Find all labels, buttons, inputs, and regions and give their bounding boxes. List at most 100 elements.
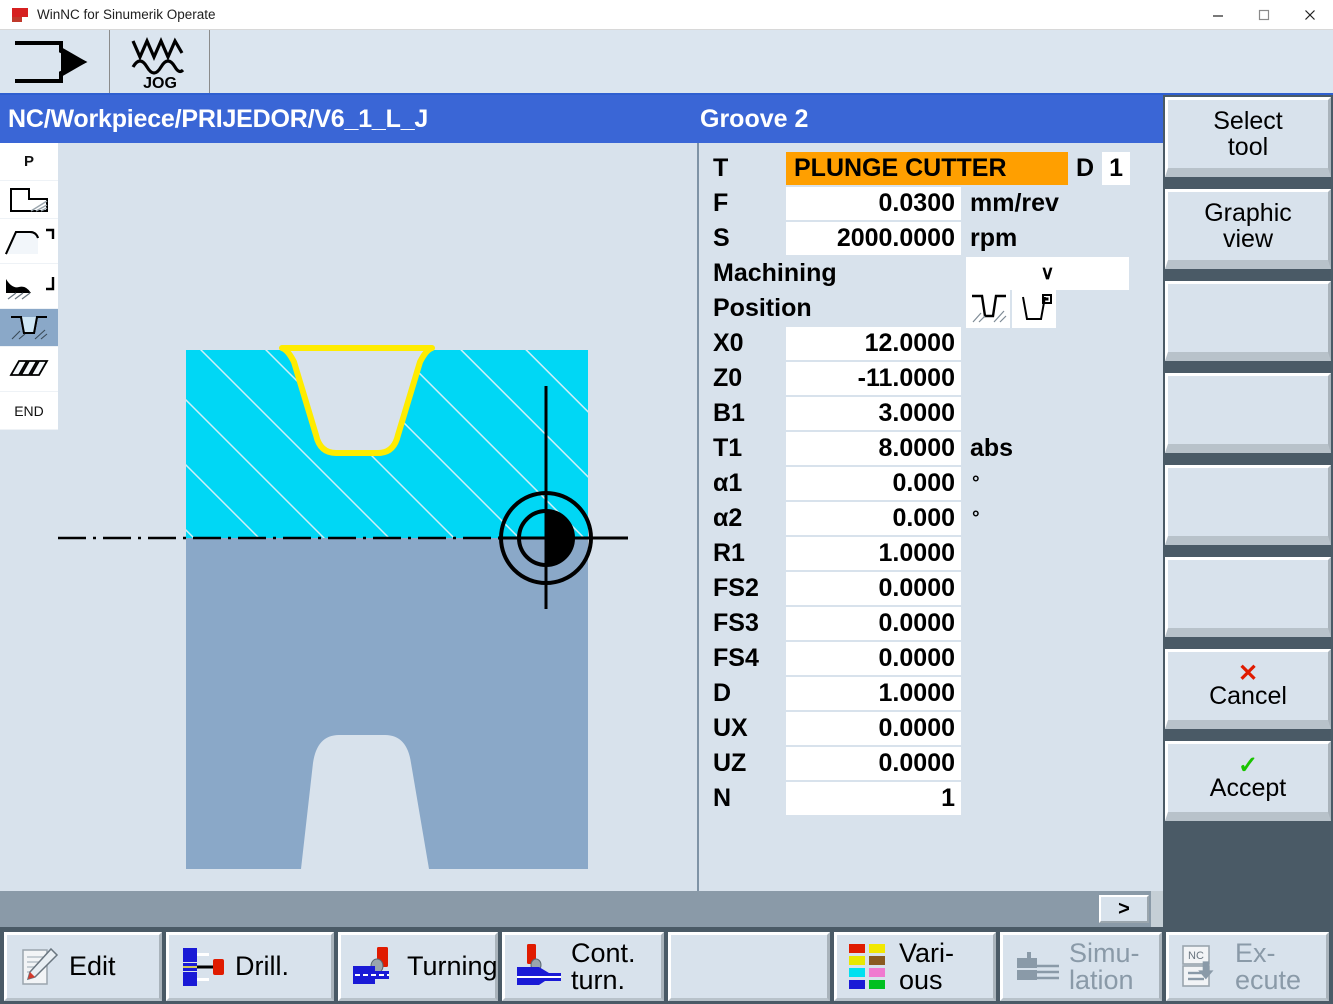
- sidebar-item-blank-stock[interactable]: [0, 181, 58, 219]
- alpha1-label: α1: [713, 469, 743, 497]
- sidebar-item-program-header[interactable]: P: [0, 143, 58, 181]
- window-title-bar: WinNC for Sinumerik Operate: [0, 0, 1333, 30]
- machining-select[interactable]: ∨: [966, 257, 1129, 290]
- softkey-edit[interactable]: Edit: [4, 932, 162, 1001]
- softkey-select-tool[interactable]: Select tool: [1165, 97, 1331, 177]
- form-row-alpha2: α2 0.000 °: [701, 501, 1163, 536]
- fs4-field[interactable]: 0.0000: [786, 642, 961, 675]
- softkey-turning[interactable]: Turning: [338, 932, 498, 1001]
- softkey-graphic-view[interactable]: Graphic view: [1165, 189, 1331, 269]
- groove-in-material-icon[interactable]: [966, 289, 1010, 328]
- nc-execute-icon: NC: [1179, 942, 1227, 992]
- fs2-field[interactable]: 0.0000: [786, 572, 961, 605]
- feedrate-unit: mm/rev: [970, 189, 1059, 217]
- horizontal-softkey-bar: Edit Drill. Turning Cont. turn. Vari- ou…: [0, 927, 1333, 1004]
- d-field[interactable]: 1.0000: [786, 677, 961, 710]
- softkey-empty-4[interactable]: [1165, 373, 1331, 453]
- softkey-empty-bottom[interactable]: [668, 932, 830, 1001]
- chevron-down-icon: ∨: [1040, 263, 1055, 284]
- softkey-various[interactable]: Vari- ous: [834, 932, 996, 1001]
- sidebar-item-thread[interactable]: [0, 347, 58, 392]
- n-field[interactable]: 1: [786, 782, 961, 815]
- window-title: WinNC for Sinumerik Operate: [37, 7, 216, 22]
- machine-mode-icon: [9, 37, 101, 87]
- minimize-icon[interactable]: [1195, 0, 1241, 30]
- tool-d-field[interactable]: 1: [1102, 152, 1131, 185]
- softkey-select-tool-line2: tool: [1227, 133, 1269, 161]
- form-row-fs2: FS2 0.0000: [701, 571, 1163, 606]
- z0-field[interactable]: -11.0000: [786, 362, 961, 395]
- edit-pencil-icon: [17, 944, 61, 990]
- groove-icon: [5, 311, 53, 345]
- program-header-bar: NC/Workpiece/PRIJEDOR/V6_1_L_J Groove 2: [0, 95, 1163, 143]
- fs3-label: FS3: [713, 609, 759, 637]
- z0-label: Z0: [713, 364, 743, 392]
- uz-field[interactable]: 0.0000: [786, 747, 961, 780]
- workpiece-groove-cross-section: [58, 345, 628, 869]
- softkey-execute-line2: ecute: [1235, 964, 1302, 995]
- softkey-accept-label: Accept: [1209, 773, 1287, 802]
- breadcrumb-path: NC/Workpiece/PRIJEDOR/V6_1_L_J: [8, 104, 429, 133]
- mode-toolbar: JOG: [0, 30, 1333, 95]
- tool-d-label: D: [1076, 154, 1095, 182]
- maximize-icon[interactable]: [1241, 0, 1287, 30]
- jog-mode-button[interactable]: JOG: [110, 30, 210, 93]
- sidebar-item-contour[interactable]: [0, 219, 58, 264]
- softkey-empty-6[interactable]: [1165, 557, 1331, 637]
- groove-parameter-form: T PLUNGE CUTTER D 1 F 0.0300 mm/rev S 20…: [701, 143, 1163, 891]
- x0-field[interactable]: 12.0000: [786, 327, 961, 360]
- program-step-strip: P END: [0, 143, 58, 430]
- t1-unit: abs: [970, 434, 1014, 462]
- form-row-r1: R1 1.0000: [701, 536, 1163, 571]
- form-row-b1: B1 3.0000: [701, 396, 1163, 431]
- thread-icon: [3, 353, 55, 385]
- softkey-contour-turn-label: Cont. turn.: [571, 939, 636, 994]
- form-row-alpha1: α1 0.000 °: [701, 466, 1163, 501]
- ux-field[interactable]: 0.0000: [786, 712, 961, 745]
- menu-extension-button[interactable]: >: [1099, 895, 1149, 923]
- ux-label: UX: [713, 714, 748, 742]
- t1-field[interactable]: 8.0000: [786, 432, 961, 465]
- alpha1-field[interactable]: 0.000: [786, 467, 961, 500]
- fs3-field[interactable]: 0.0000: [786, 607, 961, 640]
- softkey-accept[interactable]: ✓ Accept: [1165, 741, 1331, 821]
- jog-mode-icon: JOG: [121, 33, 199, 91]
- form-row-tool: T PLUNGE CUTTER D 1: [701, 151, 1163, 186]
- softkey-cancel[interactable]: ✕ Cancel: [1165, 649, 1331, 729]
- form-row-feedrate: F 0.0300 mm/rev: [701, 186, 1163, 221]
- uz-label: UZ: [713, 749, 747, 777]
- softkey-empty-3[interactable]: [1165, 281, 1331, 361]
- softkey-simulation-line1: Simu-: [1069, 937, 1140, 968]
- close-icon[interactable]: [1287, 0, 1333, 30]
- form-row-z0: Z0 -11.0000: [701, 361, 1163, 396]
- r1-field[interactable]: 1.0000: [786, 537, 961, 570]
- tool-name-field[interactable]: PLUNGE CUTTER: [786, 152, 1068, 185]
- workpiece-graphic-panel[interactable]: [58, 143, 699, 891]
- softkey-empty-5[interactable]: [1165, 465, 1331, 545]
- form-row-d: D 1.0000: [701, 676, 1163, 711]
- various-icon: [847, 941, 891, 993]
- sidebar-item-end[interactable]: END: [0, 392, 58, 430]
- alpha2-label: α2: [713, 504, 743, 532]
- softkey-contour-turn[interactable]: Cont. turn.: [502, 932, 664, 1001]
- sidebar-item-groove[interactable]: [0, 309, 58, 347]
- svg-text:NC: NC: [1188, 950, 1204, 962]
- feedrate-field[interactable]: 0.0300: [786, 187, 961, 220]
- softkey-execute[interactable]: NC Ex- ecute: [1166, 932, 1329, 1001]
- form-row-machining: Machining ∨: [701, 256, 1163, 291]
- spindle-speed-field[interactable]: 2000.0000: [786, 222, 961, 255]
- jog-label: JOG: [143, 75, 177, 91]
- position-label: Position: [713, 294, 812, 322]
- main-content-area: P END T PLUNGE CUTTER D 1 F 0.0300 mm/re…: [0, 143, 1163, 891]
- softkey-drill[interactable]: Drill.: [166, 932, 334, 1001]
- sidebar-item-stock-removal[interactable]: [0, 264, 58, 309]
- spindle-speed-unit: rpm: [970, 224, 1018, 252]
- app-logo-icon: [12, 7, 28, 22]
- softkey-simulation[interactable]: Simu- lation: [1000, 932, 1162, 1001]
- alpha2-field[interactable]: 0.000: [786, 502, 961, 535]
- tool-label: T: [713, 154, 729, 182]
- t1-label: T1: [713, 434, 743, 462]
- machine-area-button[interactable]: [0, 30, 110, 93]
- groove-tool-icon[interactable]: [1012, 289, 1056, 328]
- b1-field[interactable]: 3.0000: [786, 397, 961, 430]
